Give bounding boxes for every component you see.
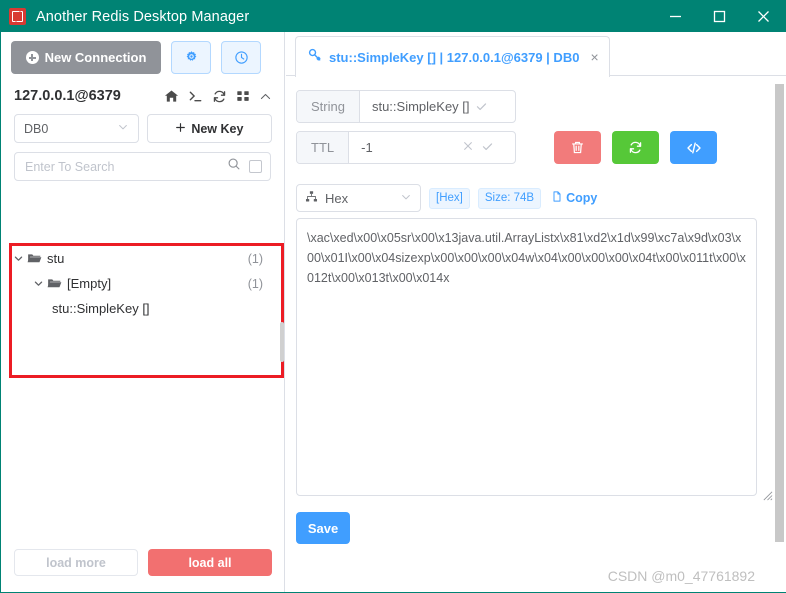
chevron-down-icon <box>400 191 412 206</box>
folder-open-icon <box>27 251 42 266</box>
reload-key-button[interactable] <box>612 131 659 164</box>
chevron-down-icon[interactable] <box>32 278 45 289</box>
search-checkbox[interactable] <box>249 160 262 173</box>
new-connection-button[interactable]: New Connection <box>11 41 161 74</box>
tab-title: stu::SimpleKey [] | 127.0.0.1@6379 | DB0 <box>329 49 580 65</box>
key-type-label: String <box>297 91 360 122</box>
search-input[interactable] <box>25 159 227 174</box>
home-icon[interactable] <box>164 89 179 104</box>
refresh-icon[interactable] <box>212 89 227 104</box>
resize-handle[interactable] <box>762 488 773 501</box>
tree-row[interactable]: stu (1) <box>12 246 277 271</box>
ttl-group[interactable]: TTL -1 <box>296 131 516 164</box>
new-connection-label: New Connection <box>44 50 147 65</box>
window-title: Another Redis Desktop Manager <box>36 8 250 25</box>
app-window: Another Redis Desktop Manager New Connec… <box>0 0 786 593</box>
tab-key-detail[interactable]: stu::SimpleKey [] | 127.0.0.1@6379 | DB0… <box>295 36 610 77</box>
copy-button[interactable]: Copy <box>551 190 597 206</box>
sidebar-footer: load more load all <box>2 549 284 576</box>
plus-circle-icon <box>25 51 39 64</box>
copy-label: Copy <box>566 191 598 205</box>
tree-item-count: (1) <box>247 276 263 291</box>
format-badge: [Hex] <box>429 187 470 209</box>
connection-name: 127.0.0.1@6379 <box>14 88 121 104</box>
sidebar: New Connection 127.0.0.1@6379 DB0 New Ke… <box>2 32 285 592</box>
key-name-value: stu::SimpleKey [] <box>371 99 470 114</box>
new-key-button[interactable]: New Key <box>146 114 272 143</box>
ttl-value: -1 <box>361 140 373 155</box>
main-panel: stu::SimpleKey [] | 127.0.0.1@6379 | DB0… <box>286 32 786 592</box>
viewer-toolbar: Hex [Hex] Size: 74B Copy <box>286 172 786 212</box>
format-select[interactable]: Hex <box>296 184 421 212</box>
tab-bar: stu::SimpleKey [] | 127.0.0.1@6379 | DB0… <box>286 32 786 77</box>
chevron-up-icon[interactable] <box>259 90 272 103</box>
window-controls <box>653 1 785 32</box>
folder-open-icon <box>47 276 62 291</box>
save-button[interactable]: Save <box>296 512 350 544</box>
grid-icon[interactable] <box>236 89 250 103</box>
close-icon[interactable]: × <box>590 49 598 65</box>
tree-list: stu (1) [Empty] (1) stu::SimpleKey [] <box>2 246 277 321</box>
title-bar: Another Redis Desktop Manager <box>1 1 785 32</box>
maximize-icon[interactable] <box>697 1 741 32</box>
ttl-confirm-icon[interactable] <box>481 140 494 156</box>
chevron-down-icon <box>117 121 129 136</box>
key-name-confirm[interactable] <box>475 100 490 113</box>
key-tree: stu (1) [Empty] (1) stu::SimpleKey [] <box>2 212 284 547</box>
key-name-input[interactable]: stu::SimpleKey [] <box>360 91 498 122</box>
new-key-label: New Key <box>191 121 244 136</box>
delete-key-button[interactable] <box>554 131 601 164</box>
load-more-button[interactable]: load more <box>14 549 138 576</box>
value-textarea[interactable]: \xac\xed\x00\x05sr\x00\x13java.util.Arra… <box>296 218 757 496</box>
watermark: CSDN @m0_47761892 <box>607 568 755 584</box>
tree-item-count: (1) <box>247 251 263 266</box>
save-row: Save <box>286 496 786 544</box>
copy-icon <box>551 190 563 206</box>
key-name-group[interactable]: String stu::SimpleKey [] <box>296 90 516 123</box>
main-scrollbar[interactable] <box>775 84 784 542</box>
ttl-row: TTL -1 <box>296 131 786 164</box>
sidebar-toolbar: New Connection <box>2 32 284 74</box>
connection-header: 127.0.0.1@6379 <box>2 74 284 110</box>
tree-scrollbar[interactable] <box>280 322 284 362</box>
ttl-input[interactable]: -1 <box>349 132 504 163</box>
settings-icon[interactable] <box>171 41 211 74</box>
search-box[interactable] <box>14 152 271 181</box>
key-name-row: String stu::SimpleKey [] <box>296 90 786 123</box>
db-row: DB0 New Key <box>2 110 284 143</box>
chevron-down-icon[interactable] <box>12 253 25 264</box>
code-view-button[interactable] <box>670 131 717 164</box>
tree-item-label: [Empty] <box>67 276 112 291</box>
tree-row[interactable]: [Empty] (1) <box>12 271 277 296</box>
format-value: Hex <box>325 190 349 206</box>
tree-item-label: stu::SimpleKey [] <box>52 301 150 316</box>
size-badge: Size: 74B <box>477 187 542 209</box>
plus-icon <box>175 122 186 136</box>
ttl-clear-icon[interactable] <box>462 140 474 155</box>
key-form: String stu::SimpleKey [] TTL -1 <box>286 76 786 164</box>
minimize-icon[interactable] <box>653 1 697 32</box>
close-icon[interactable] <box>741 1 785 32</box>
key-icon <box>308 48 322 67</box>
load-all-button[interactable]: load all <box>148 549 272 576</box>
db-select[interactable]: DB0 <box>14 114 139 143</box>
content-area: \xac\xed\x00\x05sr\x00\x13java.util.Arra… <box>286 212 786 501</box>
connection-icons <box>164 89 272 104</box>
tree-item-label: stu <box>47 251 65 266</box>
db-select-value: DB0 <box>24 121 49 136</box>
history-icon[interactable] <box>221 41 261 74</box>
redis-app-icon <box>9 8 26 25</box>
console-icon[interactable] <box>188 89 203 104</box>
search-row <box>2 143 284 181</box>
sitemap-icon <box>305 190 318 206</box>
key-actions <box>554 131 717 164</box>
search-icon[interactable] <box>227 157 241 176</box>
ttl-label: TTL <box>297 132 350 163</box>
tree-row[interactable]: stu::SimpleKey [] <box>12 296 277 321</box>
